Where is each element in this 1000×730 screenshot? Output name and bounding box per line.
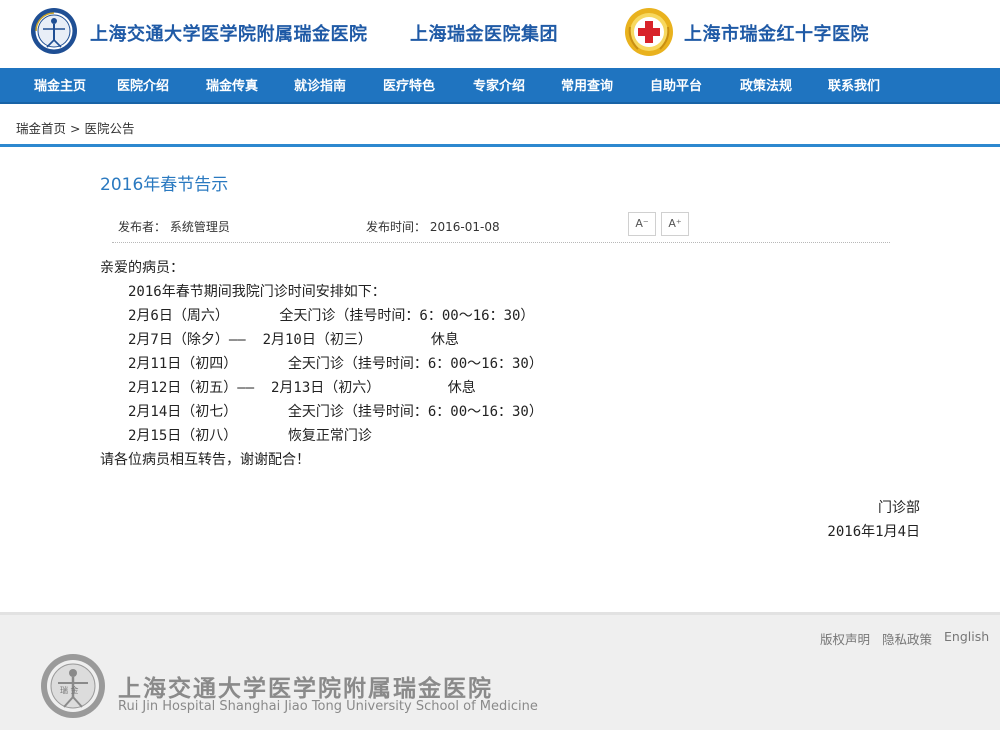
breadcrumb-current[interactable]: 医院公告 [84, 121, 134, 136]
nav-item-experts[interactable]: 专家介绍 [473, 68, 525, 104]
hospital-logo-icon[interactable] [30, 7, 78, 55]
nav-item-policies[interactable]: 政策法规 [740, 68, 792, 104]
font-smaller-button[interactable]: A⁻ [628, 212, 656, 236]
greeting: 亲爱的病员： [100, 260, 184, 276]
footer-hospital-logo-icon: 瑞 金 [41, 654, 105, 718]
font-larger-button[interactable]: A⁺ [661, 212, 689, 236]
closing-line: 请各位病员相互转告，谢谢配合！ [100, 452, 310, 468]
nav-item-queries[interactable]: 常用查询 [561, 68, 613, 104]
publish-time-info: 发布时间： 2016-01-08 [366, 218, 500, 235]
breadcrumb-separator: > [70, 121, 81, 136]
publisher-name: 系统管理员 [169, 220, 230, 234]
site-header: 上海交通大学医学院附属瑞金医院 上海瑞金医院集团 上海市瑞金红十字医院 [0, 0, 1000, 68]
breadcrumb-home[interactable]: 瑞金首页 [16, 121, 66, 136]
schedule-line: 2月7日（除夕）—— 2月10日（初三） 休息 [128, 332, 459, 348]
hospital-group-name[interactable]: 上海瑞金医院集团 [410, 20, 558, 46]
publisher-info: 发布者： 系统管理员 [118, 218, 230, 235]
footer-link-privacy[interactable]: 隐私政策 [882, 629, 932, 648]
nav-item-news[interactable]: 瑞金传真 [206, 68, 258, 104]
intro-line: 2016年春节期间我院门诊时间安排如下： [128, 284, 386, 300]
schedule-line: 2月12日（初五）—— 2月13日（初六） 休息 [128, 380, 476, 396]
breadcrumb-divider [0, 144, 1000, 147]
footer-hospital-name-en: Rui Jin Hospital Shanghai Jiao Tong Univ… [118, 699, 538, 714]
footer-hospital-name-cn: 上海交通大学医学院附属瑞金医院 [118, 675, 493, 702]
nav-item-self-service[interactable]: 自助平台 [650, 68, 702, 104]
nav-item-home[interactable]: 瑞金主页 [34, 68, 86, 104]
footer-link-english[interactable]: English [944, 629, 989, 644]
signature-date: 2016年1月4日 [827, 524, 920, 540]
site-footer: 版权声明 隐私政策 English 瑞 金 上海交通大学医学院附属瑞金医院 Ru… [0, 612, 1000, 730]
publish-time-label: 发布时间： [366, 220, 427, 234]
main-nav: 瑞金主页 医院介绍 瑞金传真 就诊指南 医疗特色 专家介绍 常用查询 自助平台 … [0, 68, 1000, 104]
breadcrumb: 瑞金首页 > 医院公告 [16, 118, 134, 137]
publish-time: 2016-01-08 [429, 220, 500, 234]
nav-item-guide[interactable]: 就诊指南 [294, 68, 346, 104]
meta-divider [112, 242, 890, 243]
article-title: 2016年春节告示 [100, 175, 229, 195]
schedule-line: 2月15日（初八） 恢复正常门诊 [128, 428, 372, 444]
red-cross-hospital-name[interactable]: 上海市瑞金红十字医院 [684, 20, 869, 46]
signature: 门诊部 [878, 500, 920, 516]
hospital-name[interactable]: 上海交通大学医学院附属瑞金医院 [90, 20, 368, 46]
schedule-line: 2月14日（初七） 全天门诊（挂号时间：6：00～16：30） [128, 404, 543, 420]
footer-logo-text: 瑞 金 [60, 685, 79, 695]
schedule-line: 2月6日（周六） 全天门诊（挂号时间：6：00～16：30） [128, 308, 535, 324]
nav-item-contact[interactable]: 联系我们 [828, 68, 880, 104]
schedule-line: 2月11日（初四） 全天门诊（挂号时间：6：00～16：30） [128, 356, 543, 372]
footer-link-copyright[interactable]: 版权声明 [820, 629, 870, 648]
red-cross-logo-icon[interactable] [624, 7, 674, 57]
publisher-label: 发布者： [118, 220, 167, 234]
nav-item-about[interactable]: 医院介绍 [117, 68, 169, 104]
nav-item-specialties[interactable]: 医疗特色 [383, 68, 435, 104]
